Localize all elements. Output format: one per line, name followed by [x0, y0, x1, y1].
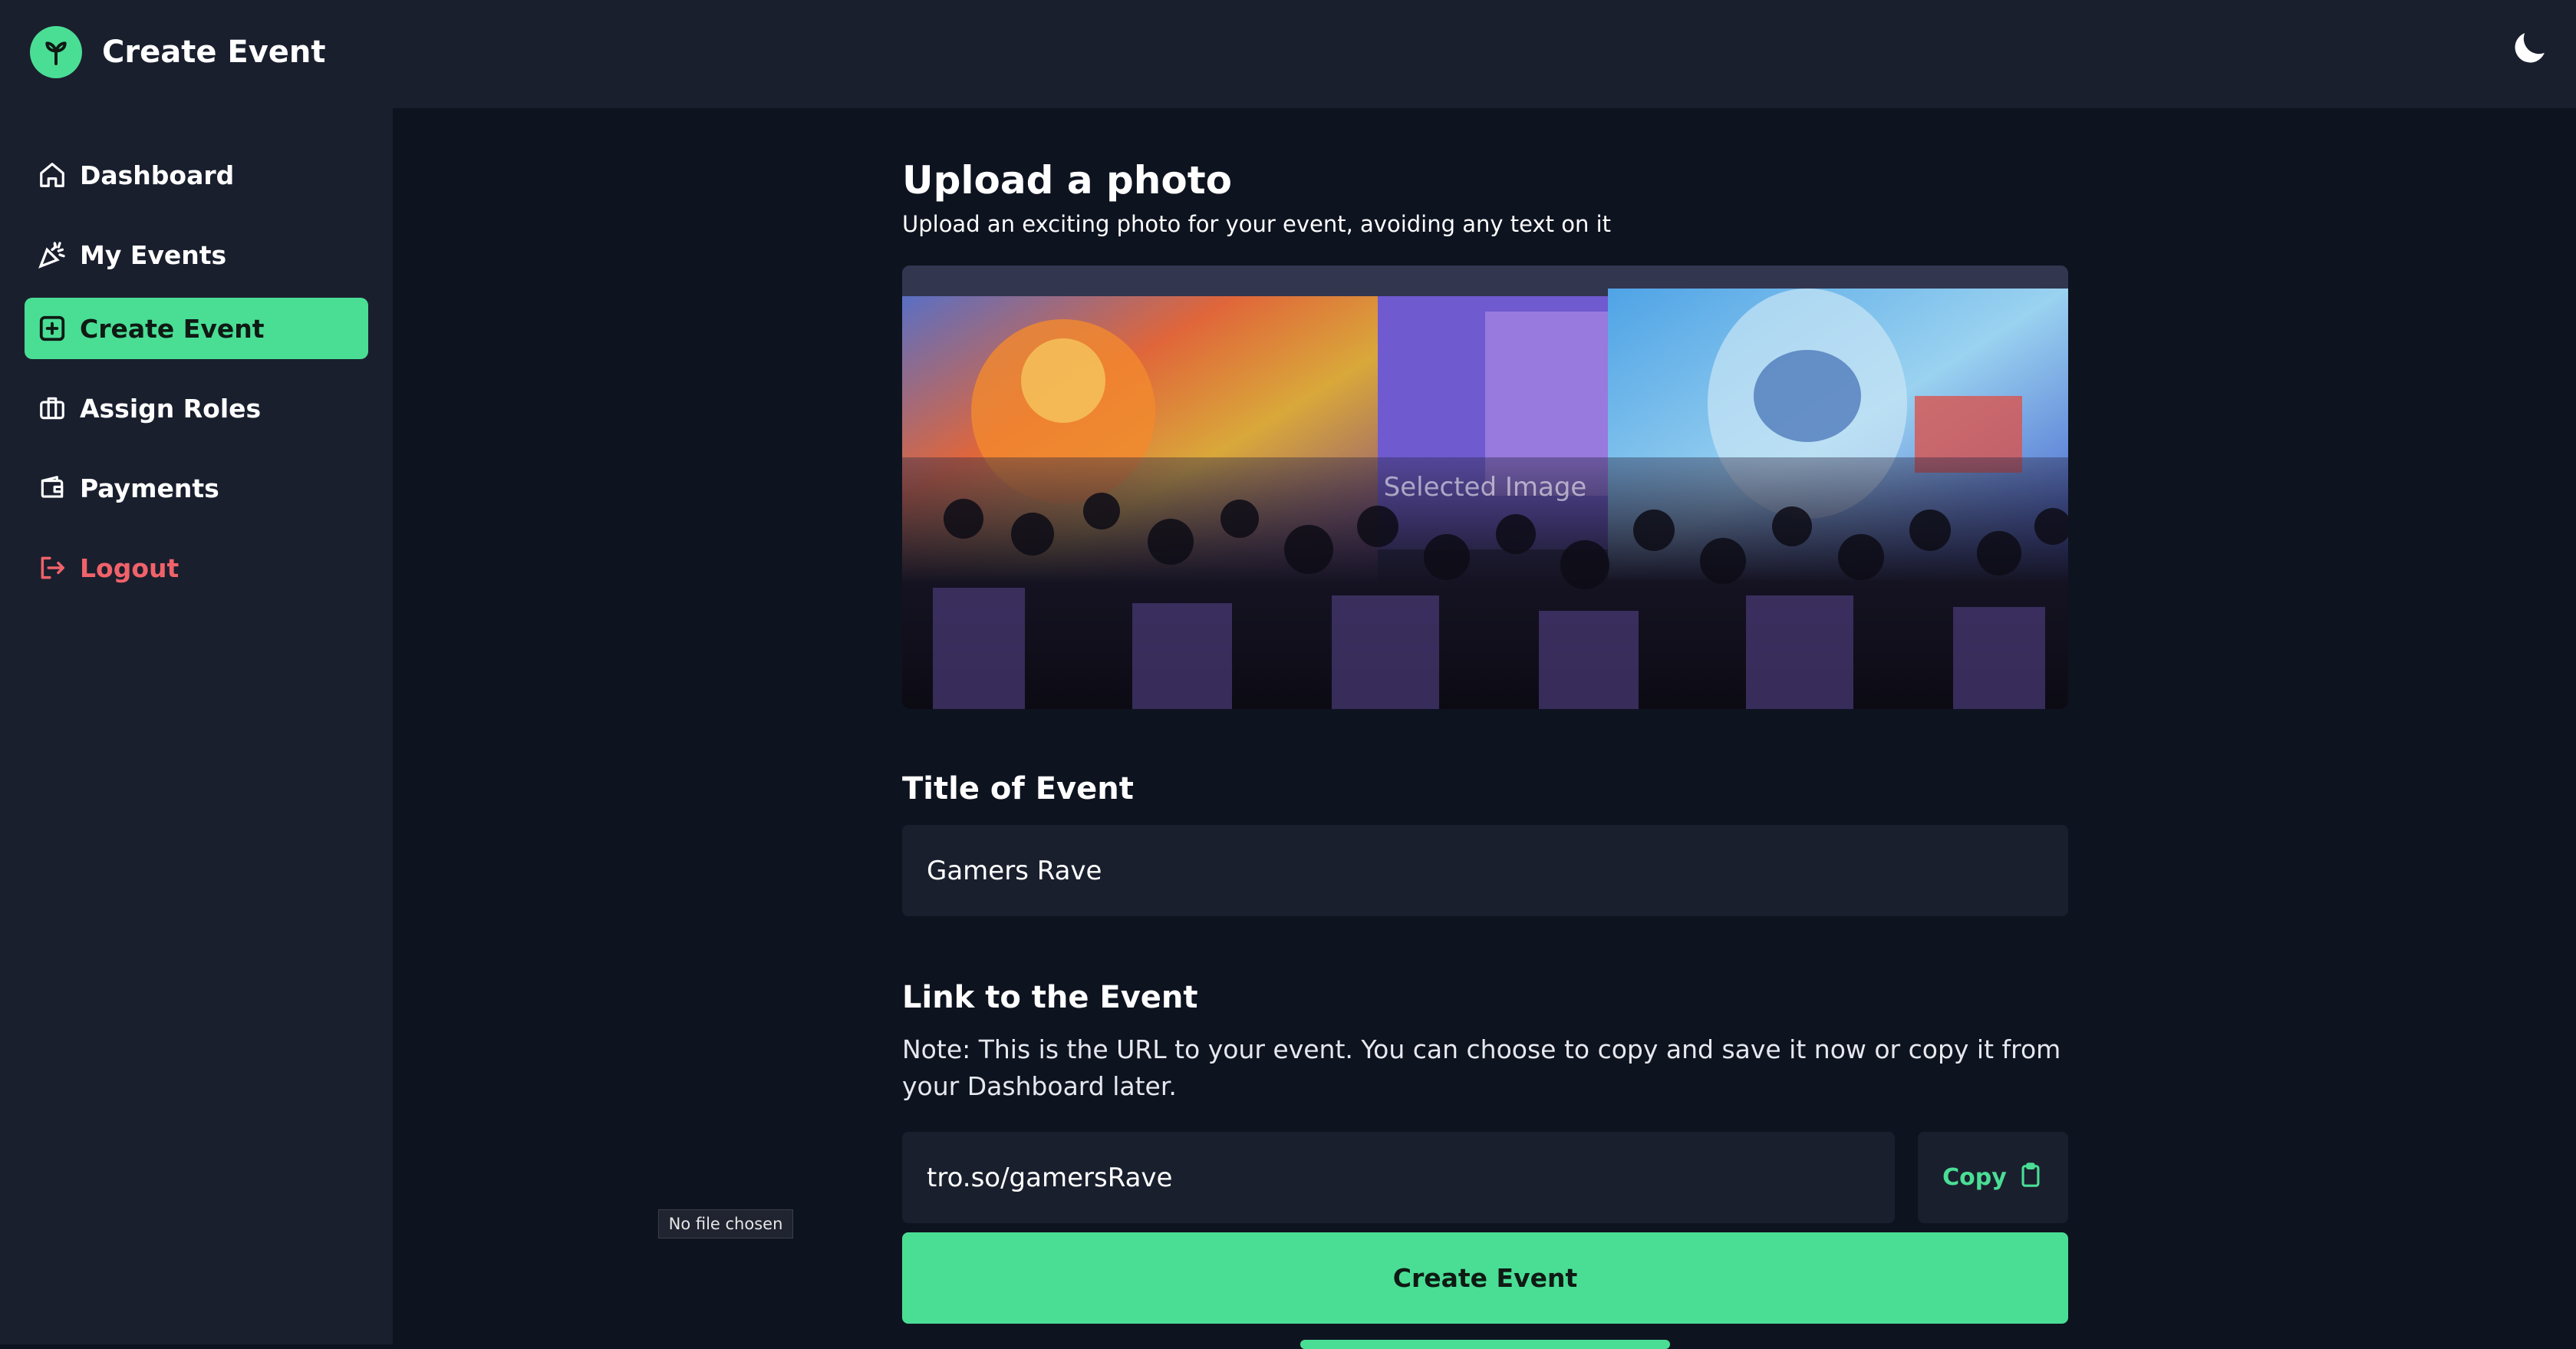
sidebar-item-logout[interactable]: Logout: [25, 537, 368, 599]
sidebar-item-assign-roles[interactable]: Assign Roles: [25, 378, 368, 439]
upload-subtitle: Upload an exciting photo for your event,…: [902, 211, 1611, 237]
file-status-tooltip: No file chosen: [658, 1209, 793, 1239]
top-bar: Create Event: [0, 0, 2576, 108]
sidebar-item-label: Create Event: [80, 313, 265, 344]
link-note: Note: This is the URL to your event. You…: [902, 1034, 2061, 1101]
selected-image-alt: Selected Image: [1383, 472, 1587, 503]
copy-button[interactable]: Copy: [1918, 1132, 2068, 1223]
title-heading: Title of Event: [902, 771, 1134, 806]
wallet-icon: [35, 471, 69, 505]
plus-square-icon: [35, 312, 69, 345]
briefcase-icon: [35, 391, 69, 425]
sidebar: Dashboard My Events Create Event Assign …: [0, 108, 393, 1344]
sidebar-item-label: My Events: [80, 239, 227, 270]
page-title: Create Event: [102, 35, 326, 70]
scroll-hint-button[interactable]: [1300, 1340, 1670, 1349]
sprout-icon: [30, 26, 82, 78]
sidebar-item-payments[interactable]: Payments: [25, 457, 368, 519]
party-popper-icon: [35, 238, 69, 272]
home-icon: [35, 158, 69, 192]
sidebar-item-dashboard[interactable]: Dashboard: [25, 144, 368, 206]
moon-icon[interactable]: [2502, 21, 2556, 75]
sidebar-item-label: Payments: [80, 473, 219, 503]
sidebar-item-label: Logout: [80, 552, 180, 583]
link-heading: Link to the Event: [902, 980, 1198, 1015]
event-photo[interactable]: Selected Image: [902, 266, 2068, 709]
logout-icon: [35, 551, 69, 585]
upload-heading: Upload a photo: [902, 158, 1232, 203]
sidebar-item-label: Dashboard: [80, 160, 235, 190]
copy-label: Copy: [1942, 1164, 2007, 1191]
event-title-input[interactable]: Gamers Rave: [902, 825, 2068, 916]
sidebar-item-create-event[interactable]: Create Event: [25, 298, 368, 359]
sidebar-item-label: Assign Roles: [80, 393, 262, 424]
create-event-button[interactable]: Create Event: [902, 1232, 2068, 1324]
event-link-input[interactable]: tro.so/gamersRave: [902, 1132, 1895, 1223]
sidebar-item-my-events[interactable]: My Events: [25, 224, 368, 285]
clipboard-icon: [2018, 1162, 2044, 1194]
